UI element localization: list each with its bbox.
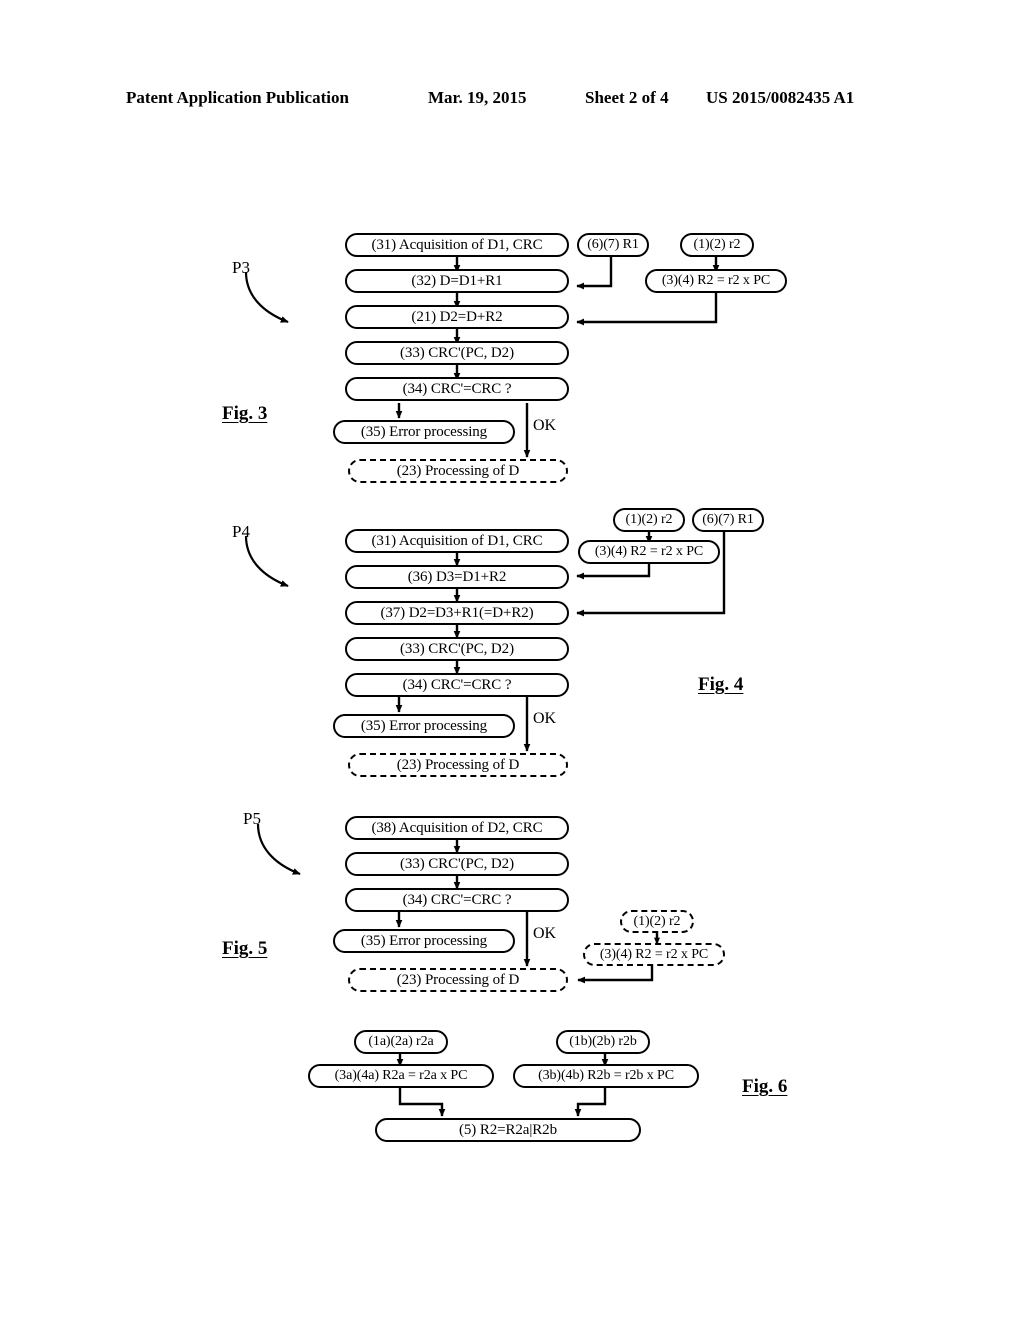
sheet-header: Patent Application Publication Mar. 19, … bbox=[0, 88, 1024, 112]
fig4-edge-label-ok: OK bbox=[533, 710, 557, 727]
fig6-node-r2a-pc: (3a)(4a) R2a = r2a x PC bbox=[308, 1064, 494, 1088]
process-label-p3: P3 bbox=[232, 258, 250, 277]
fig4-node-34: (34) CRC'=CRC ? bbox=[345, 673, 569, 697]
fig4-node-36: (36) D3=D1+R2 bbox=[345, 565, 569, 589]
fig3-node-r1: (6)(7) R1 bbox=[577, 233, 649, 257]
fig4-node-33: (33) CRC'(PC, D2) bbox=[345, 637, 569, 661]
fig4-node-23: (23) Processing of D bbox=[348, 753, 568, 777]
fig4-node-r2: (1)(2) r2 bbox=[613, 508, 685, 532]
fig5-node-34: (34) CRC'=CRC ? bbox=[345, 888, 569, 912]
fig3-edge-label-ok: OK bbox=[533, 417, 557, 434]
fig5-node-33: (33) CRC'(PC, D2) bbox=[345, 852, 569, 876]
header-patent-number: US 2015/0082435 A1 bbox=[706, 88, 855, 107]
fig5-node-r2: (1)(2) r2 bbox=[620, 910, 694, 933]
fig3-node-21: (21) D2=D+R2 bbox=[345, 305, 569, 329]
figure-caption-fig3: Fig. 3 bbox=[222, 403, 268, 424]
fig5-node-r2-pc: (3)(4) R2 = r2 x PC bbox=[583, 943, 725, 966]
figure-caption-fig5: Fig. 5 bbox=[222, 938, 268, 959]
fig3-node-23: (23) Processing of D bbox=[348, 459, 568, 483]
fig3-node-32: (32) D=D1+R1 bbox=[345, 269, 569, 293]
fig4-node-r1: (6)(7) R1 bbox=[692, 508, 764, 532]
fig3-node-r2-pc: (3)(4) R2 = r2 x PC bbox=[645, 269, 787, 293]
header-sheet: Sheet 2 of 4 bbox=[585, 88, 669, 107]
fig6-node-r2b-pc: (3b)(4b) R2b = r2b x PC bbox=[513, 1064, 699, 1088]
fig5-node-38: (38) Acquisition of D2, CRC bbox=[345, 816, 569, 840]
fig5-node-23: (23) Processing of D bbox=[348, 968, 568, 992]
process-label-p5: P5 bbox=[243, 809, 261, 828]
header-publication: Patent Application Publication bbox=[126, 88, 349, 107]
figure-caption-fig6: Fig. 6 bbox=[742, 1076, 788, 1097]
fig6-node-merge: (5) R2=R2a|R2b bbox=[375, 1118, 641, 1142]
fig5-node-35: (35) Error processing bbox=[333, 929, 515, 953]
fig5-edge-label-ok: OK bbox=[533, 925, 557, 942]
header-date: Mar. 19, 2015 bbox=[428, 88, 527, 107]
process-label-p4: P4 bbox=[232, 522, 250, 541]
fig4-node-r2-pc: (3)(4) R2 = r2 x PC bbox=[578, 540, 720, 564]
patent-drawing-sheet: Patent Application Publication Mar. 19, … bbox=[0, 0, 1024, 1320]
fig3-node-35: (35) Error processing bbox=[333, 420, 515, 444]
fig3-node-34: (34) CRC'=CRC ? bbox=[345, 377, 569, 401]
fig3-node-31: (31) Acquisition of D1, CRC bbox=[345, 233, 569, 257]
fig3-node-r2: (1)(2) r2 bbox=[680, 233, 754, 257]
fig6-node-r2b: (1b)(2b) r2b bbox=[556, 1030, 650, 1054]
fig3-node-33: (33) CRC'(PC, D2) bbox=[345, 341, 569, 365]
fig6-node-r2a: (1a)(2a) r2a bbox=[354, 1030, 448, 1054]
fig4-node-37: (37) D2=D3+R1(=D+R2) bbox=[345, 601, 569, 625]
fig4-node-31: (31) Acquisition of D1, CRC bbox=[345, 529, 569, 553]
fig4-node-35: (35) Error processing bbox=[333, 714, 515, 738]
figure-caption-fig4: Fig. 4 bbox=[698, 674, 744, 695]
